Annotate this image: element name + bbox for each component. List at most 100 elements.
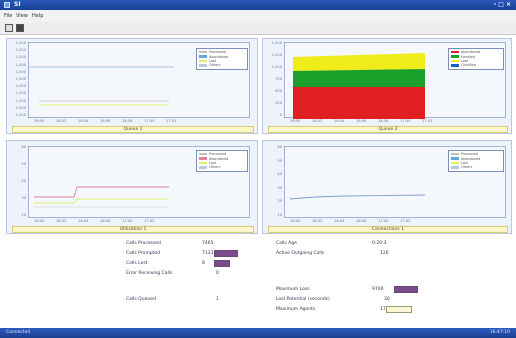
toolbar — [0, 22, 516, 35]
save-icon[interactable] — [16, 24, 24, 32]
x-tick-label: 16:08 — [122, 119, 133, 123]
y-tick-label: 1,000 — [15, 41, 26, 45]
y-tick-label: 10 — [277, 213, 282, 217]
legend-label: Processed — [461, 152, 479, 157]
stat-value: 30 — [384, 297, 390, 302]
y-tick-label: 50 — [277, 158, 282, 163]
legend-swatch — [451, 157, 459, 160]
x-tick-label: 16:02 — [312, 119, 323, 123]
stat-label: Maximum Agents — [276, 307, 316, 312]
stat-value: 9700 — [372, 287, 384, 292]
status-time: 16:47:10 — [489, 330, 510, 335]
y-tick-label: 30 — [277, 185, 282, 190]
x-tick-label: 16:06 — [356, 119, 367, 123]
x-tick-label: 16:02 — [312, 219, 323, 223]
stat-label: Error Receiving Calls — [126, 271, 173, 276]
legend-label: Abandoned — [461, 50, 481, 55]
y-tick-label: 40 — [21, 179, 26, 183]
x-tick-label: 16:08 — [378, 119, 389, 123]
stat-value: 7123 — [202, 251, 214, 256]
x-tick-label: 17:00 — [400, 119, 411, 123]
legend-label: Abandoned — [209, 54, 229, 59]
y-tick-label: 500 — [275, 89, 282, 93]
legend-label: Lost — [461, 58, 468, 63]
menu-file[interactable]: File — [4, 13, 12, 19]
legend-2: Abandoned Handled Lost Overflow — [448, 48, 504, 70]
legend-label: Abandoned — [461, 156, 481, 161]
y-tick-label: 1,250 — [271, 53, 282, 57]
legend-swatch — [199, 166, 207, 169]
legend-item: Others — [199, 165, 245, 169]
legend-label: Handled — [461, 54, 476, 59]
legend-label: Others — [209, 165, 221, 170]
legend-swatch — [199, 64, 207, 67]
legend-label: Others — [209, 63, 221, 68]
stat-label: Calls Age — [276, 241, 297, 246]
x-tick-label: 17:00 — [122, 219, 133, 223]
stat-label: Calls Prompted — [126, 251, 160, 256]
stat-value: 8 — [202, 261, 205, 266]
legend-item: Others — [199, 63, 245, 67]
legend-label: Others — [461, 165, 473, 170]
y-tick-label: 1,000 — [15, 77, 26, 81]
open-icon[interactable] — [5, 24, 13, 32]
x-tick-label: 17:02 — [144, 219, 155, 223]
menu-view[interactable]: View — [16, 13, 28, 19]
legend-swatch — [451, 161, 459, 165]
x-tick-label: 16:00 — [290, 219, 301, 223]
y-tick-label: 1,000 — [15, 55, 26, 60]
stat-label: Lost Potential (seconds) — [276, 297, 330, 302]
y-tick-label: 1,000 — [15, 105, 26, 110]
title-bar: SI - □ × — [0, 0, 516, 10]
menu-help[interactable]: Help — [32, 13, 43, 19]
x-tick-label: 16:00 — [34, 119, 45, 123]
stat-label: Calls Queued — [126, 297, 156, 302]
legend-swatch — [199, 161, 207, 165]
x-tick-label: 16:04 — [78, 219, 89, 223]
legend-swatch — [451, 51, 459, 54]
stat-bar — [394, 286, 418, 293]
y-tick-label: 20 — [21, 213, 26, 217]
x-tick-label: 16:04 — [78, 119, 89, 123]
legend-1: Processed Abandoned Lost Others — [196, 48, 248, 70]
y-tick-label: 1,000 — [15, 91, 26, 96]
y-tick-label: 1,000 — [15, 48, 26, 53]
x-tick-label: 16:06 — [100, 119, 111, 123]
x-tick-label: 16:06 — [356, 219, 367, 223]
legend-swatch — [199, 59, 207, 63]
legend-label: Processed — [209, 50, 227, 55]
y-tick-label: 250 — [275, 101, 282, 105]
y-tick-label: 60 — [277, 145, 282, 149]
legend-label: Lost — [209, 160, 216, 165]
legend-swatch — [199, 153, 207, 156]
chart-caption-2: Queue 2 — [268, 126, 508, 133]
legend-swatch — [451, 64, 459, 67]
stat-label: Active Outgoing Calls — [276, 251, 325, 256]
window-controls[interactable]: - □ × — [494, 1, 511, 8]
legend-label: Abandoned — [209, 156, 229, 161]
chart-caption-4: Connections 1 — [268, 226, 508, 233]
status-bar: Connected 16:47:10 — [0, 328, 516, 338]
stat-value: 126 — [380, 251, 389, 256]
y-tick-label: 1,000 — [15, 113, 26, 117]
y-tick-label: 1,000 — [15, 98, 26, 103]
x-tick-label: 16:00 — [290, 119, 301, 123]
window-title: SI — [14, 1, 21, 8]
y-tick-label: 20 — [277, 199, 282, 204]
menu-bar: File View Help — [0, 10, 516, 22]
x-tick-label: 16:00 — [34, 219, 45, 223]
stat-value: 7465 — [202, 241, 214, 246]
x-tick-label: 16:02 — [56, 119, 67, 123]
y-tick-label: 750 — [275, 77, 282, 81]
stat-label: Calls Lost — [126, 261, 148, 266]
legend-swatch — [451, 153, 459, 156]
stat-value: 17 — [380, 307, 386, 312]
y-tick-label: 1,000 — [271, 65, 282, 69]
legend-swatch — [451, 166, 459, 169]
stat-input[interactable] — [386, 306, 412, 313]
stat-bar — [214, 250, 238, 257]
legend-swatch — [199, 157, 207, 160]
y-tick-label: 50 — [21, 162, 26, 166]
x-tick-label: 17:02 — [400, 219, 411, 223]
x-tick-label: 17:02 — [166, 119, 177, 123]
